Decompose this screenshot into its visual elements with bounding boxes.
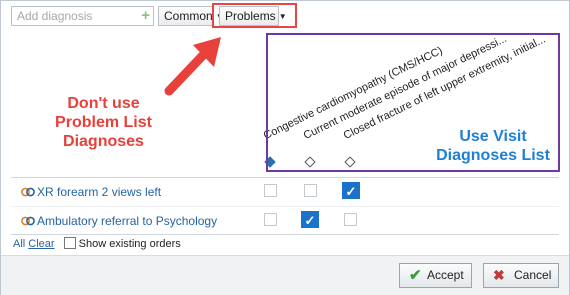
close-icon: ✖	[493, 267, 505, 283]
use-visit-diagnoses-note: Use Visit Diagnoses List	[433, 127, 553, 165]
dialog-footer: ✔ Accept ✖ Cancel	[1, 255, 569, 295]
problems-highlight-box	[212, 3, 297, 28]
plus-icon[interactable]: +	[141, 7, 150, 25]
show-existing-orders-checkbox[interactable]	[63, 237, 76, 249]
show-existing-orders-label[interactable]: Show existing orders	[79, 238, 181, 250]
red-note-line: Don't use	[67, 95, 140, 112]
red-note-line: Diagnoses	[63, 133, 144, 150]
order-label[interactable]: XR forearm 2 views left	[37, 185, 161, 199]
clear-link[interactable]: Clear	[28, 238, 54, 250]
accept-button[interactable]: ✔ Accept	[399, 263, 472, 288]
orders-grid: XR forearm 2 views left ✓ Ambulatory ref…	[11, 177, 559, 235]
blue-note-line: Use Visit	[459, 128, 527, 145]
red-note-line: Problem List	[55, 114, 152, 131]
order-label[interactable]: Ambulatory referral to Psychology	[37, 214, 217, 228]
association-checkbox-checked[interactable]: ✓	[301, 211, 319, 228]
add-diagnosis-field[interactable]: +	[11, 6, 154, 26]
checkmark-icon: ✔	[409, 267, 422, 284]
cancel-button[interactable]: ✖ Cancel	[483, 263, 559, 288]
order-link-icon	[21, 216, 35, 226]
dont-use-problem-list-note: Don't use Problem List Diagnoses	[51, 94, 156, 151]
associate-diagnoses-panel: + Common▼ Problems▼ Don't use Problem Li…	[0, 0, 570, 295]
order-link-icon	[21, 187, 35, 197]
table-row: Ambulatory referral to Psychology ✓	[11, 206, 559, 235]
diagnosis-header[interactable]: Current moderate episode of major depres…	[302, 33, 509, 142]
association-checkbox[interactable]	[264, 184, 277, 197]
common-dropdown[interactable]: Common▼	[158, 6, 224, 26]
table-row: XR forearm 2 views left ✓	[11, 178, 559, 206]
select-all-link[interactable]: All	[13, 238, 25, 250]
common-dropdown-label: Common	[164, 9, 213, 23]
association-checkbox[interactable]	[264, 213, 277, 226]
primary-diagnosis-diamond-icon[interactable]	[264, 156, 276, 168]
accept-button-label: Accept	[427, 268, 464, 282]
grid-actions: All Clear Show existing orders	[13, 237, 181, 250]
add-diagnosis-input[interactable]	[12, 7, 135, 25]
blue-note-line: Diagnoses List	[436, 147, 550, 164]
diagnosis-diamond-icon[interactable]	[344, 156, 356, 168]
red-arrow-annotation	[164, 37, 221, 96]
diagnosis-diamond-icon[interactable]	[304, 156, 316, 168]
cancel-button-label: Cancel	[514, 268, 552, 282]
association-checkbox-checked[interactable]: ✓	[342, 182, 360, 199]
association-checkbox[interactable]	[304, 184, 317, 197]
association-checkbox[interactable]	[344, 213, 357, 226]
